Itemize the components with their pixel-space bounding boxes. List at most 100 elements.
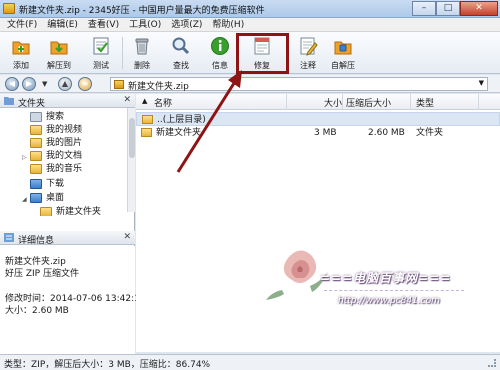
chevron-down-icon[interactable]: ▼ bbox=[479, 79, 484, 87]
menu-bar: 文件(F) 编辑(E) 查看(V) 工具(O) 选项(Z) 帮助(H) bbox=[0, 18, 500, 32]
details-panel-header: 详细信息 ✕ bbox=[0, 231, 135, 246]
table-row-parent-dir[interactable]: ..(上层目录) bbox=[136, 112, 500, 126]
tree-label: 桌面 bbox=[46, 193, 65, 203]
view-icon: ≡ bbox=[81, 79, 89, 88]
tree-label: 我的文档 bbox=[46, 151, 83, 161]
repair-highlight-box bbox=[236, 33, 289, 74]
extract-folder-icon bbox=[50, 41, 68, 55]
folder-tree: 搜索 我的视频 我的图片 ▷ 我的文档 我的音乐 下载 ◢ 桌面 新建文件夹 bbox=[0, 108, 128, 216]
expand-arrow-icon[interactable]: ▷ bbox=[22, 154, 27, 161]
maximize-button[interactable]: □ bbox=[436, 1, 460, 16]
test-check-icon bbox=[93, 37, 109, 55]
comment-button[interactable]: 注释 bbox=[291, 35, 325, 73]
extract-to-button[interactable]: 解压到 bbox=[42, 35, 76, 73]
address-bar: ◀ ▶ ▼ ▲ ≡ 新建文件夹.zip ▼ bbox=[0, 75, 500, 93]
status-bar: 类型：ZIP，解压后大小：3 MB，压缩比：86.74% bbox=[0, 354, 500, 370]
column-divider[interactable] bbox=[342, 94, 343, 110]
view-button[interactable]: ≡ bbox=[78, 77, 92, 91]
watermark-url: http://www.pc841.com bbox=[338, 296, 440, 306]
watermark: ===电脑百事网=== http://www.pc841.com bbox=[262, 240, 472, 350]
watermark-title: ===电脑百事网=== bbox=[320, 271, 452, 285]
window-title: 新建文件夹.zip - 2345好压 - 中国用户量最大的免费压缩软件 bbox=[19, 6, 265, 16]
title-bar: 新建文件夹.zip - 2345好压 - 中国用户量最大的免费压缩软件 – □ … bbox=[0, 0, 500, 18]
self-extract-folder-icon bbox=[334, 41, 352, 55]
menu-tools[interactable]: 工具(O) bbox=[124, 18, 166, 31]
resize-grip-icon[interactable] bbox=[488, 359, 496, 367]
music-folder-icon bbox=[30, 164, 42, 174]
test-label: 测试 bbox=[93, 61, 109, 70]
arrow-up-icon: ▲ bbox=[61, 79, 69, 88]
menu-file[interactable]: 文件(F) bbox=[2, 18, 42, 31]
toolbar-separator bbox=[122, 37, 123, 69]
menu-help[interactable]: 帮助(H) bbox=[207, 18, 249, 31]
scroll-thumb[interactable] bbox=[129, 118, 135, 158]
folder-panel-header: 文件夹 ✕ bbox=[0, 94, 135, 109]
arrow-right-icon: ▶ bbox=[25, 79, 33, 88]
menu-edit[interactable]: 编辑(E) bbox=[42, 18, 83, 31]
row-type: 文件夹 bbox=[416, 128, 444, 138]
tree-label: 新建文件夹 bbox=[56, 207, 102, 216]
info-button[interactable]: 信息 bbox=[203, 35, 237, 73]
history-dropdown-icon[interactable]: ▼ bbox=[42, 80, 47, 88]
tree-label: 下载 bbox=[46, 179, 65, 189]
zip-file-icon bbox=[114, 80, 124, 89]
sfx-label: 自解压 bbox=[331, 61, 355, 70]
tree-vertical-scrollbar[interactable] bbox=[127, 108, 135, 212]
column-packed-size[interactable]: 压缩后大小 bbox=[346, 96, 391, 109]
detail-size: 大小：2.60 MB bbox=[5, 306, 69, 316]
arrow-left-icon: ◀ bbox=[8, 79, 16, 88]
tree-label: 搜索 bbox=[46, 112, 65, 122]
extract-to-label: 解压到 bbox=[47, 61, 71, 70]
close-panel-icon[interactable]: ✕ bbox=[123, 95, 131, 105]
delete-label: 删除 bbox=[134, 61, 150, 70]
details-panel: 新建文件夹.zip 好压 ZIP 压缩文件 修改时间：2014-07-06 13… bbox=[0, 246, 146, 356]
sfx-button[interactable]: 自解压 bbox=[326, 35, 360, 73]
app-icon bbox=[3, 3, 15, 14]
column-size[interactable]: 大小 bbox=[324, 96, 342, 109]
menu-options[interactable]: 选项(Z) bbox=[166, 18, 207, 31]
video-folder-icon bbox=[30, 125, 42, 135]
comment-pencil-icon bbox=[300, 37, 318, 56]
up-button[interactable]: ▲ bbox=[58, 77, 72, 91]
address-path: 新建文件夹.zip bbox=[128, 82, 189, 92]
download-folder-icon bbox=[30, 179, 42, 189]
find-button[interactable]: 查找 bbox=[164, 35, 198, 73]
add-button[interactable]: 添加 bbox=[4, 35, 38, 73]
column-divider[interactable] bbox=[410, 94, 411, 110]
menu-view[interactable]: 查看(V) bbox=[83, 18, 124, 31]
row-size: 3 MB bbox=[314, 128, 337, 138]
forward-button[interactable]: ▶ bbox=[22, 77, 36, 91]
search-folder-icon bbox=[30, 112, 42, 122]
watermark-divider bbox=[324, 290, 464, 291]
back-button[interactable]: ◀ bbox=[5, 77, 19, 91]
table-row[interactable]: 新建文件夹 3 MB 2.60 MB 文件夹 bbox=[136, 126, 500, 140]
info-icon bbox=[211, 37, 229, 55]
tree-label: 我的图片 bbox=[46, 138, 83, 148]
column-type[interactable]: 类型 bbox=[416, 96, 434, 109]
tree-label: 我的视频 bbox=[46, 125, 83, 135]
address-field[interactable]: 新建文件夹.zip ▼ bbox=[110, 77, 488, 92]
column-name[interactable]: 名称 bbox=[154, 96, 172, 109]
folder-up-icon bbox=[142, 115, 153, 124]
magnifier-icon bbox=[172, 37, 190, 55]
collapse-arrow-icon[interactable]: ◢ bbox=[22, 196, 27, 203]
test-button[interactable]: 测试 bbox=[84, 35, 118, 73]
delete-button[interactable]: 删除 bbox=[125, 35, 159, 73]
close-panel-icon[interactable]: ✕ bbox=[123, 232, 131, 242]
picture-folder-icon bbox=[30, 138, 42, 148]
file-list-header: ▲ 名称 大小 压缩后大小 类型 bbox=[136, 94, 500, 110]
folder-icon bbox=[4, 97, 14, 105]
sort-arrow-icon: ▲ bbox=[142, 97, 148, 105]
find-label: 查找 bbox=[173, 61, 189, 70]
folder-icon bbox=[141, 128, 152, 137]
column-divider[interactable] bbox=[478, 94, 479, 110]
column-divider[interactable] bbox=[286, 94, 287, 110]
close-button[interactable]: ✕ bbox=[460, 1, 498, 16]
details-panel-title: 详细信息 bbox=[18, 236, 55, 246]
comment-label: 注释 bbox=[300, 61, 316, 70]
minimize-button[interactable]: – bbox=[412, 1, 436, 16]
tree-label: 我的音乐 bbox=[46, 164, 83, 174]
window-controls: – □ ✕ bbox=[412, 1, 498, 16]
folder-icon bbox=[40, 207, 52, 216]
detail-type: 好压 ZIP 压缩文件 bbox=[5, 269, 79, 279]
